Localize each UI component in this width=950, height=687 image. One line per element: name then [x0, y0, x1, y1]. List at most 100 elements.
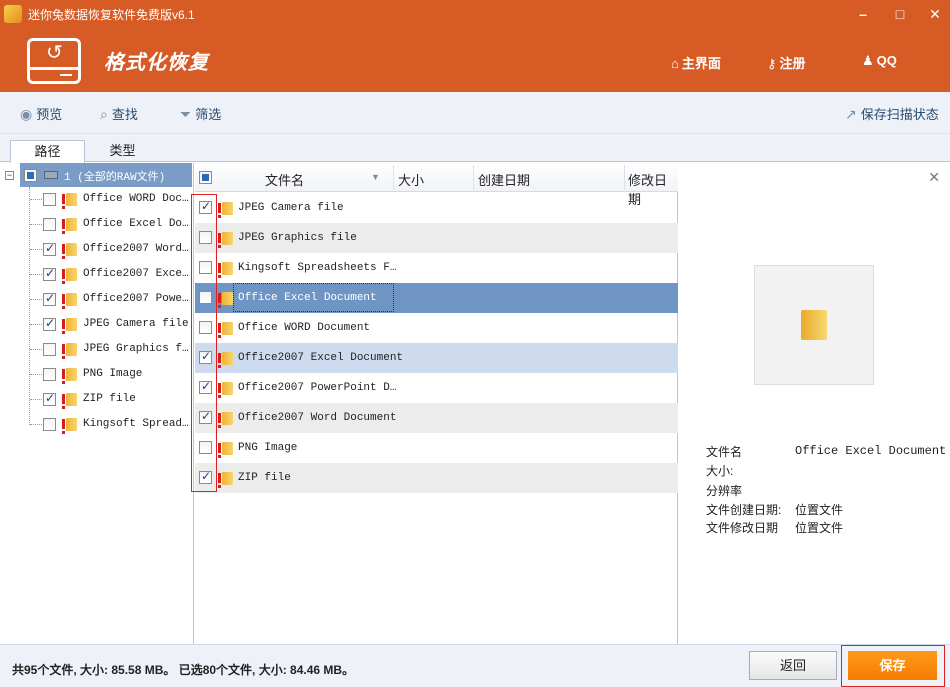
file-type-icon — [62, 242, 78, 259]
row-filename: Office2007 Word Document — [238, 412, 397, 424]
close-button[interactable]: ✕ — [924, 4, 946, 24]
qq-link[interactable]: ♟ QQ — [862, 53, 897, 69]
sort-desc-icon[interactable]: ▼ — [371, 172, 380, 182]
tree-connector — [30, 349, 42, 350]
key-icon: ⚷ — [767, 56, 777, 71]
title-bar: 迷你兔数据恢复软件免费版v6.1 – □ ✕ — [0, 0, 950, 28]
file-type-icon — [62, 392, 78, 409]
tree-item-checkbox[interactable] — [43, 266, 56, 281]
tree-connector — [30, 324, 42, 325]
filter-label: 筛选 — [195, 107, 222, 122]
table-row[interactable]: Office WORD Document — [195, 313, 678, 343]
tree-item[interactable]: Office Excel Do… — [30, 212, 190, 237]
tree-root-node[interactable]: 1 (全部的RAW文件) — [20, 163, 192, 187]
back-button[interactable]: 返回 — [749, 651, 837, 680]
tree-item[interactable]: JPEG Graphics f… — [30, 337, 190, 362]
row-filename: PNG Image — [238, 442, 298, 454]
save-button[interactable]: 保存 — [848, 651, 937, 680]
tree-item-checkbox[interactable] — [43, 241, 56, 256]
search-icon: ⌕ — [100, 106, 108, 122]
tree-connector — [30, 274, 42, 275]
file-type-icon — [62, 342, 78, 359]
file-type-icon — [62, 417, 78, 434]
prop-modified-value: 位置文件 — [795, 521, 844, 535]
register-label: 注册 — [779, 56, 806, 71]
maximize-button[interactable]: □ — [889, 4, 911, 24]
minimize-button[interactable]: – — [852, 4, 874, 24]
preview-button[interactable]: ◉ 预览 — [20, 104, 62, 123]
tab-path[interactable]: 路径 — [10, 140, 85, 163]
tree-item-label: Office WORD Doc… — [83, 193, 189, 205]
app-header: ↺ 格式化恢复 ⌂ 主界面 ⚷ 注册 ♟ QQ — [0, 28, 950, 92]
close-preview-icon[interactable]: ✕ — [928, 169, 940, 186]
prop-resolution-label: 分辨率 — [706, 484, 743, 498]
table-row[interactable]: JPEG Graphics file — [195, 223, 678, 253]
preview-thumbnail — [754, 265, 874, 385]
tree-item[interactable]: Office2007 Word… — [30, 237, 190, 262]
tree-item-checkbox[interactable] — [43, 316, 56, 331]
column-created[interactable]: 创建日期 — [478, 170, 530, 189]
home-label: 主界面 — [681, 56, 721, 71]
list-header: 文件名 ▼ 大小 创建日期 修改日期 — [195, 163, 678, 207]
row-filename: Office2007 Excel Document — [238, 352, 404, 364]
app-icon — [4, 5, 22, 23]
tree-item-checkbox[interactable] — [43, 418, 56, 431]
table-row[interactable]: PNG Image — [195, 433, 678, 463]
register-link[interactable]: ⚷ 注册 — [767, 53, 806, 72]
tree-item-label: Office2007 Exce… — [83, 268, 189, 280]
tree-item-label: ZIP file — [83, 393, 136, 405]
row-filename: Office Excel Document — [238, 292, 377, 304]
folder-icon — [801, 310, 827, 340]
prop-created-label: 文件创建日期: — [706, 503, 782, 517]
tree-item[interactable]: JPEG Camera file — [30, 312, 190, 337]
table-row[interactable]: ZIP file — [195, 463, 678, 493]
table-row[interactable]: Office2007 Excel Document — [195, 343, 678, 373]
table-row[interactable]: JPEG Camera file — [195, 193, 678, 223]
tree-item[interactable]: Office2007 Powe… — [30, 287, 190, 312]
tree-item-checkbox[interactable] — [43, 218, 56, 231]
tree-item[interactable]: Office2007 Exce… — [30, 262, 190, 287]
select-all-checkbox[interactable] — [199, 171, 212, 184]
file-type-icon — [218, 321, 234, 338]
tree-item-label: JPEG Camera file — [83, 318, 189, 330]
table-row[interactable]: Kingsoft Spreadsheets F… — [195, 253, 678, 283]
file-type-icon — [218, 201, 234, 218]
tree-item[interactable]: Office WORD Doc… — [30, 187, 190, 212]
tree-item-label: Kingsoft Spread… — [83, 418, 189, 430]
tree-item-checkbox[interactable] — [43, 343, 56, 356]
table-row[interactable]: Office2007 Word Document — [195, 403, 678, 433]
prop-filename-value: Office Excel Document — [795, 444, 947, 458]
tree-item-checkbox[interactable] — [43, 368, 56, 381]
filter-icon: ⏷ — [180, 106, 192, 122]
tree-item[interactable]: PNG Image — [30, 362, 190, 387]
qq-icon: ♟ — [862, 53, 874, 68]
row-filename: Office WORD Document — [238, 322, 371, 334]
tree-item[interactable]: Kingsoft Spread… — [30, 412, 190, 437]
file-type-icon — [218, 291, 234, 308]
view-tabs: 路径 类型 — [0, 134, 950, 163]
save-scan-button[interactable]: ↗ 保存扫描状态 — [845, 104, 939, 123]
tree-item-label: Office Excel Do… — [83, 218, 189, 230]
home-link[interactable]: ⌂ 主界面 — [671, 53, 721, 72]
tree-item-label: Office2007 Powe… — [83, 293, 189, 305]
column-size[interactable]: 大小 — [398, 170, 424, 189]
tree-item-label: Office2007 Word… — [83, 243, 189, 255]
filter-button[interactable]: ⏷ 筛选 — [180, 104, 221, 123]
file-list: 文件名 ▼ 大小 创建日期 修改日期 JPEG Camera file JPEG … — [195, 163, 678, 644]
root-checkbox[interactable] — [24, 169, 37, 182]
table-row[interactable]: Office2007 PowerPoint D… — [195, 373, 678, 403]
table-row[interactable]: Office Excel Document — [195, 283, 678, 313]
tree-item-checkbox[interactable] — [43, 291, 56, 306]
tree-item-checkbox[interactable] — [43, 193, 56, 206]
eye-icon: ◉ — [20, 106, 33, 122]
tree-connector — [30, 224, 42, 225]
collapse-toggle[interactable]: − — [5, 171, 14, 180]
tree-item-label: PNG Image — [83, 368, 143, 380]
column-filename[interactable]: 文件名 — [265, 170, 304, 189]
tab-type[interactable]: 类型 — [85, 140, 160, 163]
find-button[interactable]: ⌕ 查找 — [100, 104, 138, 123]
tree-item-checkbox[interactable] — [43, 391, 56, 406]
export-icon: ↗ — [845, 106, 857, 122]
tree-item[interactable]: ZIP file — [30, 387, 190, 412]
file-type-icon — [62, 367, 78, 384]
